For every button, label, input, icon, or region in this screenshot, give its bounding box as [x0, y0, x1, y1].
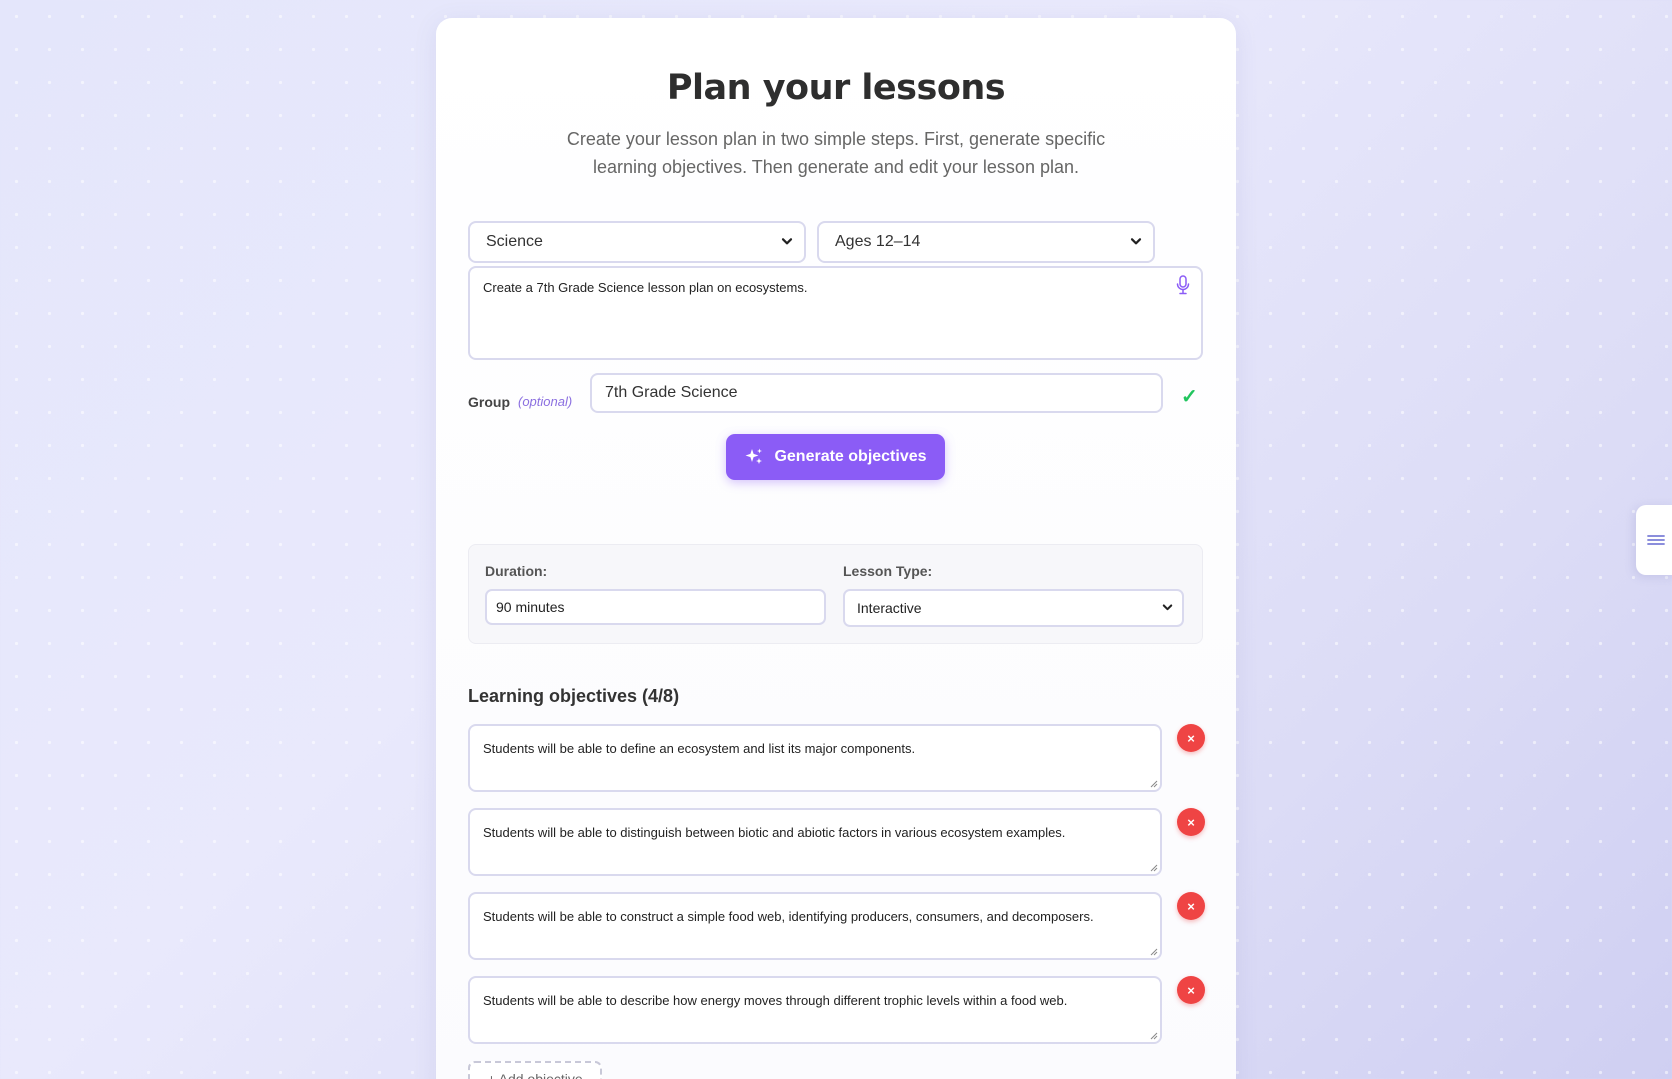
duration-value: 90 minutes [496, 599, 565, 615]
group-optional-hint: (optional) [518, 394, 573, 409]
objective-input[interactable]: Students will be able to construct a sim… [468, 892, 1162, 960]
resize-handle-icon[interactable] [1148, 862, 1158, 872]
side-menu-toggle[interactable] [1636, 505, 1672, 575]
resize-handle-icon[interactable] [1148, 1030, 1158, 1040]
lesson-type-label: Lesson Type: [843, 563, 933, 579]
group-input[interactable]: 7th Grade Science [590, 373, 1163, 413]
objective-text: Students will be able to distinguish bet… [483, 825, 1066, 840]
delete-objective-button[interactable]: × [1177, 808, 1205, 836]
group-label: Group [468, 394, 510, 410]
objective-text: Students will be able to describe how en… [483, 993, 1068, 1008]
objective-input[interactable]: Students will be able to define an ecosy… [468, 724, 1162, 792]
objectives-heading: Learning objectives (4/8) [468, 686, 680, 706]
group-input-value: 7th Grade Science [605, 384, 738, 401]
generate-objectives-button[interactable]: Generate objectives [726, 434, 945, 480]
objective-input[interactable]: Students will be able to distinguish bet… [468, 808, 1162, 876]
lesson-type-select[interactable]: Interactive [843, 589, 1184, 627]
chevron-down-icon [781, 238, 793, 245]
page-title: Plan your lessons [666, 68, 1006, 108]
age-select-value: Ages 12–14 [835, 233, 921, 250]
duration-label: Duration: [485, 563, 548, 579]
menu-icon [1647, 535, 1665, 545]
resize-handle-icon[interactable] [1148, 778, 1158, 788]
lesson-planner-card: Plan your lessons Create your lesson pla… [436, 18, 1236, 1079]
objective-text: Students will be able to define an ecosy… [483, 741, 916, 756]
microphone-icon[interactable] [1173, 274, 1193, 296]
lesson-prompt-input[interactable]: Create a 7th Grade Science lesson plan o… [468, 266, 1203, 360]
objective-input[interactable]: Students will be able to describe how en… [468, 976, 1162, 1044]
duration-input[interactable]: 90 minutes [485, 589, 826, 625]
delete-objective-button[interactable]: × [1177, 724, 1205, 752]
lesson-type-value: Interactive [857, 600, 922, 616]
sparkles-icon [745, 448, 763, 464]
subject-select-value: Science [486, 233, 543, 250]
add-objective-button[interactable]: + Add objective [468, 1061, 602, 1079]
lesson-settings-panel: Duration: 90 minutes Lesson Type: Intera… [468, 544, 1203, 644]
delete-objective-button[interactable]: × [1177, 976, 1205, 1004]
objective-text: Students will be able to construct a sim… [483, 909, 1094, 924]
chevron-down-icon [1162, 604, 1173, 611]
chevron-down-icon [1130, 238, 1142, 245]
generate-objectives-label: Generate objectives [774, 448, 927, 465]
page-subtitle: Create your lesson plan in two simple st… [566, 129, 1106, 177]
resize-handle-icon[interactable] [1148, 946, 1158, 956]
delete-objective-button[interactable]: × [1177, 892, 1205, 920]
lesson-prompt-text: Create a 7th Grade Science lesson plan o… [483, 280, 808, 295]
check-icon: ✓ [1181, 386, 1198, 408]
subject-select[interactable]: Science [468, 221, 806, 263]
age-select[interactable]: Ages 12–14 [817, 221, 1155, 263]
